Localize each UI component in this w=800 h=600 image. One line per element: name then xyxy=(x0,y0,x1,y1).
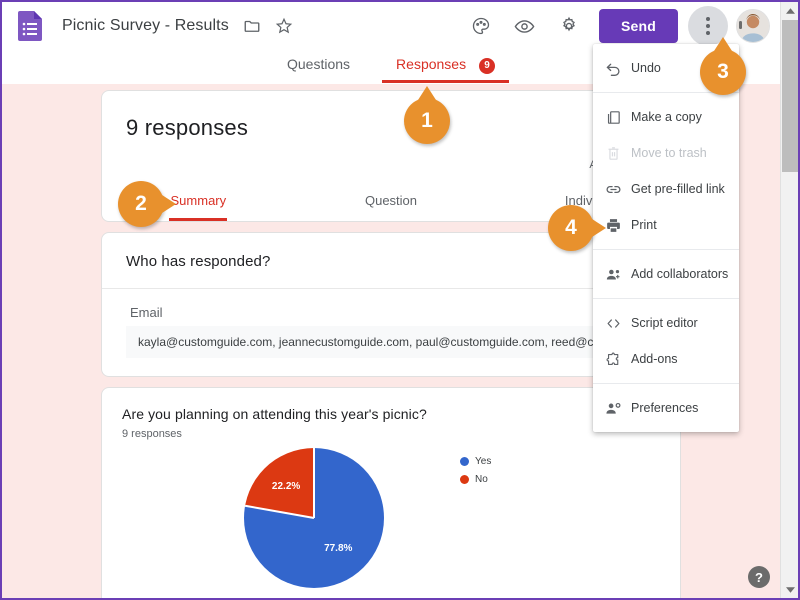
trash-icon xyxy=(605,145,631,162)
menu-item-label: Undo xyxy=(631,61,661,75)
legend-item-yes: Yes xyxy=(460,456,491,467)
app-window: Picnic Survey - Results Send Questions R… xyxy=(0,0,800,600)
preview-eye-icon[interactable] xyxy=(507,8,543,44)
print-icon xyxy=(605,217,631,234)
menu-item-label: Move to trash xyxy=(631,146,707,160)
settings-gear-icon[interactable] xyxy=(551,8,587,44)
account-avatar[interactable] xyxy=(736,9,770,43)
puzzle-piece-icon xyxy=(605,351,631,368)
copy-icon xyxy=(605,109,631,126)
menu-item-label: Make a copy xyxy=(631,110,702,124)
callout-marker-2: 2 xyxy=(118,181,176,227)
pie-legend: Yes No xyxy=(460,456,491,492)
pie-slice-label-no: 22.2% xyxy=(271,480,301,492)
menu-item-label: Get pre-filled link xyxy=(631,182,725,196)
menu-item-print[interactable]: Print xyxy=(593,207,739,243)
undo-icon xyxy=(605,60,631,77)
responses-count-badge: 9 xyxy=(478,58,495,74)
callout-4-tail xyxy=(592,219,606,237)
menu-item-label: Print xyxy=(631,218,657,232)
menu-item-label: Add-ons xyxy=(631,352,678,366)
more-options-menu: Undo Make a copy Move to trash Get pre-fill… xyxy=(593,44,739,432)
menu-item-script-editor[interactable]: Script editor xyxy=(593,305,739,341)
folder-icon[interactable] xyxy=(243,17,261,35)
scroll-up-arrow-icon[interactable] xyxy=(781,2,798,19)
subtab-question[interactable]: Question xyxy=(295,183,488,221)
menu-separator xyxy=(593,298,739,299)
menu-item-add-collaborators[interactable]: Add collaborators xyxy=(593,256,739,292)
person-gear-icon xyxy=(605,400,631,417)
legend-color-swatch-yes xyxy=(460,457,469,466)
tab-responses-label: Responses xyxy=(396,56,467,72)
add-person-icon xyxy=(605,266,631,283)
menu-item-get-pre-filled-link[interactable]: Get pre-filled link xyxy=(593,171,739,207)
legend-label-yes: Yes xyxy=(475,456,492,467)
menu-item-label: Preferences xyxy=(631,401,699,415)
tab-questions[interactable]: Questions xyxy=(281,50,356,81)
legend-label-no: No xyxy=(475,474,488,485)
subtab-summary-label: Summary xyxy=(170,193,227,208)
callout-2-tail xyxy=(162,195,176,213)
email-list-value: kayla@customguide.com, jeannecustomguide… xyxy=(126,326,656,358)
callout-3-tail xyxy=(714,37,732,51)
legend-color-swatch-no xyxy=(460,475,469,484)
help-button[interactable]: ? xyxy=(748,566,770,588)
menu-item-add-ons[interactable]: Add-ons xyxy=(593,341,739,377)
callout-2-number: 2 xyxy=(135,192,147,215)
callout-marker-4: 4 xyxy=(548,205,606,251)
pie-slice-label-yes: 77.8% xyxy=(324,543,353,555)
menu-separator xyxy=(593,383,739,384)
theme-palette-icon[interactable] xyxy=(463,8,499,44)
menu-item-move-to-trash: Move to trash xyxy=(593,135,739,171)
tab-responses[interactable]: Responses 9 xyxy=(382,50,509,83)
star-icon[interactable] xyxy=(275,17,293,35)
callout-3-number: 3 xyxy=(717,60,729,83)
scroll-down-arrow-icon[interactable] xyxy=(781,581,798,598)
callout-marker-1: 1 xyxy=(404,86,450,144)
pie-chart: 77.8% 22.2% Yes No xyxy=(102,446,680,596)
code-brackets-icon xyxy=(605,315,631,332)
callout-marker-3: 3 xyxy=(700,37,746,95)
app-header: Picnic Survey - Results Send xyxy=(2,2,780,50)
legend-item-no: No xyxy=(460,474,491,485)
menu-item-make-a-copy[interactable]: Make a copy xyxy=(593,99,739,135)
menu-item-label: Add collaborators xyxy=(631,267,729,281)
subtab-question-label: Question xyxy=(364,193,418,208)
callout-4-number: 4 xyxy=(565,216,577,239)
scrollbar-thumb[interactable] xyxy=(782,20,798,172)
callout-1-tail xyxy=(418,86,436,100)
menu-item-label: Script editor xyxy=(631,316,698,330)
pie-slice-divider xyxy=(313,448,315,518)
menu-separator xyxy=(593,249,739,250)
menu-item-preferences[interactable]: Preferences xyxy=(593,390,739,426)
google-forms-icon xyxy=(18,11,42,41)
send-button[interactable]: Send xyxy=(598,9,678,43)
link-icon xyxy=(605,181,631,198)
page-title[interactable]: Picnic Survey - Results xyxy=(62,17,229,35)
vertical-scrollbar[interactable] xyxy=(780,2,798,598)
callout-1-number: 1 xyxy=(421,109,433,132)
tab-questions-label: Questions xyxy=(287,56,351,72)
